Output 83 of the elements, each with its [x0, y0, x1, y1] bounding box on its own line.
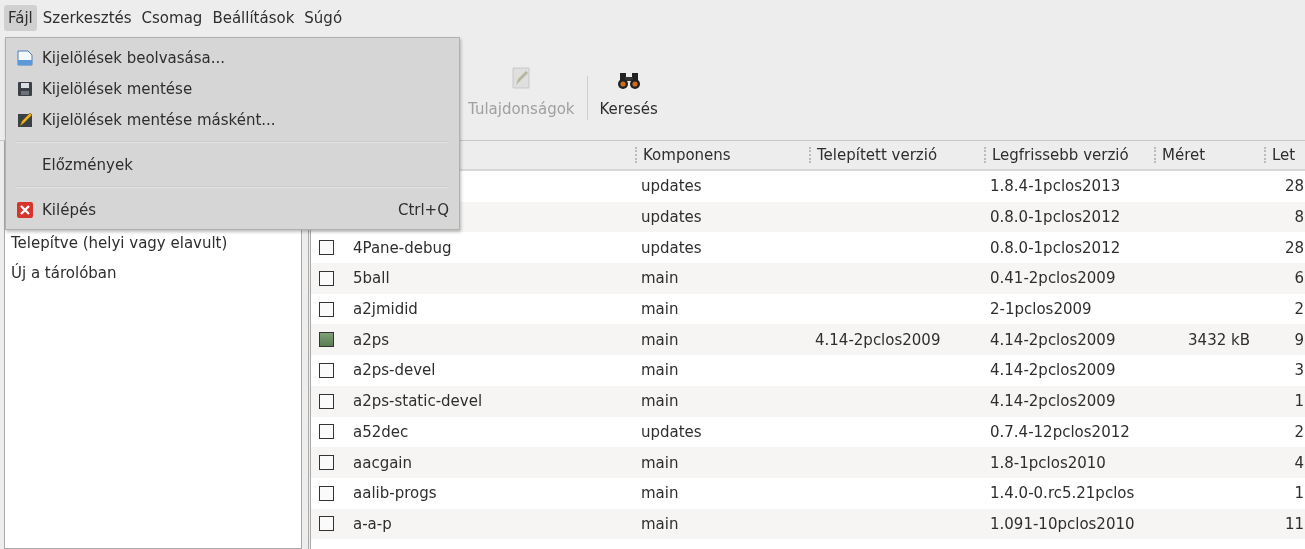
checkbox[interactable]	[319, 485, 334, 501]
category-item[interactable]: Új a tárolóban	[11, 264, 301, 282]
table-cell-text: 1.4.0-0.rc5.21pclos	[989, 484, 1136, 503]
column-header[interactable]: Let	[1264, 147, 1304, 163]
close-icon	[16, 200, 34, 219]
table-cell-text: 11	[1283, 514, 1304, 533]
table-cell-text: 3	[1293, 361, 1304, 380]
table-cell-text: main	[640, 269, 680, 288]
table-cell-text: updates	[640, 177, 703, 196]
table-cell-text: main	[640, 392, 680, 411]
table-cell-text: a2ps	[352, 330, 391, 349]
menu-item[interactable]: Beállítások	[208, 5, 299, 31]
shortcut-label: Ctrl+Q	[397, 200, 449, 219]
menu-item[interactable]: Szerkesztés	[38, 5, 136, 31]
table-cell-text: 4.14-2pclos2009	[989, 361, 1117, 380]
table-cell-text: 9	[1293, 330, 1304, 349]
table-cell-text: updates	[640, 238, 703, 257]
menu-item[interactable]: Súgó	[300, 5, 347, 31]
table-cell-text: aacgain	[352, 453, 414, 472]
checkbox[interactable]	[319, 301, 334, 317]
table-cell-text: main	[640, 361, 680, 380]
table-cell-text: 2-1pclos2009	[989, 300, 1093, 319]
table-cell-text: 0.7.4-12pclos2012	[989, 422, 1131, 441]
table-cell-text: 4Pane-debug	[352, 238, 453, 257]
checkbox[interactable]	[319, 424, 334, 440]
table-cell-text: a2ps-devel	[352, 361, 437, 380]
table-cell-text: main	[640, 453, 680, 472]
table-cell-text: aalib-progs	[352, 484, 438, 503]
checkbox[interactable]	[319, 240, 334, 256]
toolbar-button[interactable]: Keresés	[591, 72, 666, 140]
table-cell-text: 2	[1293, 300, 1304, 319]
table-cell-text: 4.14-2pclos2009	[989, 392, 1117, 411]
pencil-icon	[16, 110, 34, 129]
table-cell-text: 0.8.0-1pclos2012	[989, 208, 1122, 227]
binoculars-icon	[615, 72, 642, 90]
table-cell-text: 28	[1283, 238, 1304, 257]
table-cell-text: 4.14-2pclos2009	[814, 330, 942, 349]
table-cell-text: updates	[640, 208, 703, 227]
checkbox[interactable]	[319, 393, 334, 409]
column-header[interactable]: Komponens	[635, 147, 809, 163]
table-cell-text: 1.091-10pclos2010	[989, 514, 1136, 533]
column-header[interactable]: Legfrissebb verzió	[984, 147, 1154, 163]
table-cell-text: main	[640, 300, 680, 319]
checkbox[interactable]	[319, 455, 334, 471]
table-cell-text: 8	[1293, 208, 1304, 227]
menu-option[interactable]: Előzmények	[6, 149, 459, 180]
checkbox[interactable]	[319, 362, 334, 378]
document-icon	[16, 48, 34, 67]
menu-option[interactable]: Kijelölések mentése másként...	[6, 104, 459, 135]
table-cell-text: 4	[1293, 453, 1304, 472]
floppy-icon	[16, 79, 34, 98]
table-cell-text: 0.8.0-1pclos2012	[989, 238, 1122, 257]
table-cell-text: a52dec	[352, 422, 410, 441]
table-cell-text: 3432 kB	[1187, 330, 1251, 349]
table-cell-text: 1	[1293, 392, 1304, 411]
checkbox[interactable]	[319, 270, 334, 286]
table-cell-text: main	[640, 514, 680, 533]
column-header[interactable]: Méret	[1154, 147, 1264, 163]
table-cell-text: a2ps-static-devel	[352, 392, 484, 411]
checkbox[interactable]	[319, 332, 334, 348]
column-header[interactable]: Telepített verzió	[809, 147, 984, 163]
table-cell-text: 1.8-1pclos2010	[989, 453, 1107, 472]
category-item[interactable]: Telepítve (helyi vagy elavult)	[11, 234, 301, 252]
properties-icon	[510, 66, 533, 90]
table-cell-text: main	[640, 330, 680, 349]
table-cell-text: main	[640, 484, 680, 503]
menu-item[interactable]: Csomag	[137, 5, 207, 31]
table-cell-text: 2	[1293, 422, 1304, 441]
menu-option[interactable]: Kilépés Ctrl+Q	[6, 194, 459, 225]
table-cell-text: 1	[1293, 484, 1304, 503]
menu-item[interactable]: Fájl	[4, 5, 37, 31]
table-cell-text: 6	[1293, 269, 1304, 288]
checkbox[interactable]	[319, 516, 334, 532]
table-cell-text: a-a-p	[352, 514, 393, 533]
menu-option[interactable]: Kijelölések beolvasása...	[6, 42, 459, 73]
table-cell-text: 4.14-2pclos2009	[989, 330, 1117, 349]
table-cell-text: 0.41-2pclos2009	[989, 269, 1117, 288]
table-cell-text: 28	[1283, 177, 1304, 196]
table-cell-text: a2jmidid	[352, 300, 419, 319]
table-cell-text: 5ball	[352, 269, 391, 288]
table-cell-text: 1.8.4-1pclos2013	[989, 177, 1122, 196]
table-cell-text: updates	[640, 422, 703, 441]
menu-option[interactable]: Kijelölések mentése	[6, 73, 459, 104]
